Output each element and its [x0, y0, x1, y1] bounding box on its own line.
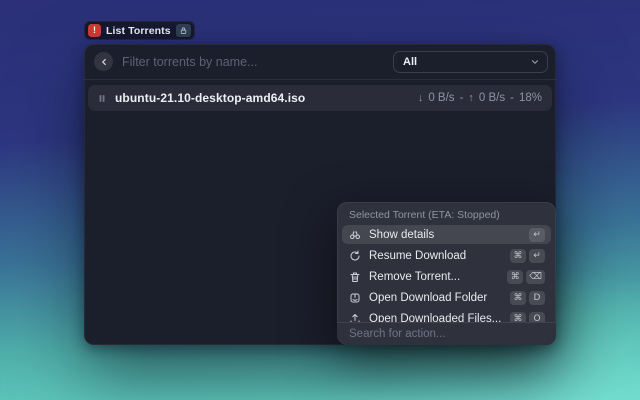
key-o: O — [529, 311, 545, 322]
key-delete: ⌫ — [526, 269, 545, 284]
separator: - — [510, 92, 514, 104]
window-badge: ! List Torrents — [84, 21, 195, 40]
binoculars-icon — [350, 231, 360, 239]
finder-icon — [350, 293, 360, 302]
key-return: ↵ — [529, 227, 545, 242]
upload-speed: 0 B/s — [478, 92, 506, 104]
lock-icon — [175, 24, 191, 37]
action-open-downloaded-files[interactable]: Open Downloaded Files... ⌘ O — [342, 309, 551, 322]
action-label: Resume Download — [369, 249, 467, 262]
action-show-details[interactable]: Show details ↵ — [342, 225, 551, 244]
shortcut-keys: ⌘ O — [510, 311, 545, 322]
action-search-input[interactable] — [349, 328, 544, 340]
key-cmd: ⌘ — [510, 311, 526, 322]
key-d: D — [529, 290, 545, 305]
action-remove-torrent[interactable]: Remove Torrent... ⌘ ⌫ — [342, 267, 551, 286]
search-input[interactable] — [122, 54, 385, 69]
filter-dropdown-value: All — [403, 55, 418, 68]
restart-icon — [350, 250, 360, 260]
action-resume-download[interactable]: Resume Download ⌘ ↵ — [342, 246, 551, 265]
key-cmd: ⌘ — [510, 290, 526, 305]
action-label: Open Downloaded Files... — [369, 312, 502, 323]
command-title: List Torrents — [106, 24, 171, 37]
action-label: Show details — [369, 228, 435, 241]
torrent-accessories: ↓ 0 B/s - ↑ 0 B/s - 18% — [418, 92, 542, 104]
separator: - — [459, 92, 464, 104]
filter-dropdown[interactable]: All — [393, 50, 548, 73]
download-speed: 0 B/s — [428, 92, 455, 104]
upload-arrow-icon: ↑ — [468, 92, 474, 104]
shortcut-keys: ⌘ ⌫ — [507, 269, 545, 284]
torrent-name: ubuntu-21.10-desktop-amd64.iso — [115, 91, 306, 105]
torrent-row[interactable]: ubuntu-21.10-desktop-amd64.iso ↓ 0 B/s -… — [88, 85, 552, 111]
action-panel: Selected Torrent (ETA: Stopped) Show det… — [337, 202, 556, 345]
upload-icon — [350, 313, 360, 322]
shortcut-keys: ⌘ ↵ — [510, 248, 545, 263]
action-label: Open Download Folder — [369, 291, 488, 304]
transmission-app-icon: ! — [88, 24, 101, 37]
progress-percent: 18% — [518, 92, 542, 104]
back-button[interactable] — [94, 52, 113, 71]
key-cmd: ⌘ — [510, 248, 526, 263]
torrent-list: ubuntu-21.10-desktop-amd64.iso ↓ 0 B/s -… — [84, 80, 556, 116]
key-return: ↵ — [529, 248, 545, 263]
action-panel-footer — [337, 322, 556, 345]
shortcut-keys: ↵ — [529, 227, 545, 242]
action-label: Remove Torrent... — [369, 270, 461, 283]
search-bar: All — [84, 44, 556, 80]
action-panel-section-title: Selected Torrent (ETA: Stopped) — [349, 209, 500, 221]
shortcut-keys: ⌘ D — [510, 290, 545, 305]
action-panel-items: Show details ↵ Resume Download ⌘ ↵ Remov… — [337, 225, 556, 322]
pause-icon — [99, 94, 105, 102]
key-cmd: ⌘ — [507, 269, 524, 284]
chevron-left-icon — [101, 58, 106, 65]
download-arrow-icon: ↓ — [417, 92, 424, 104]
trash-icon — [350, 272, 360, 282]
action-open-download-folder[interactable]: Open Download Folder ⌘ D — [342, 288, 551, 307]
chevron-down-icon — [531, 59, 539, 64]
